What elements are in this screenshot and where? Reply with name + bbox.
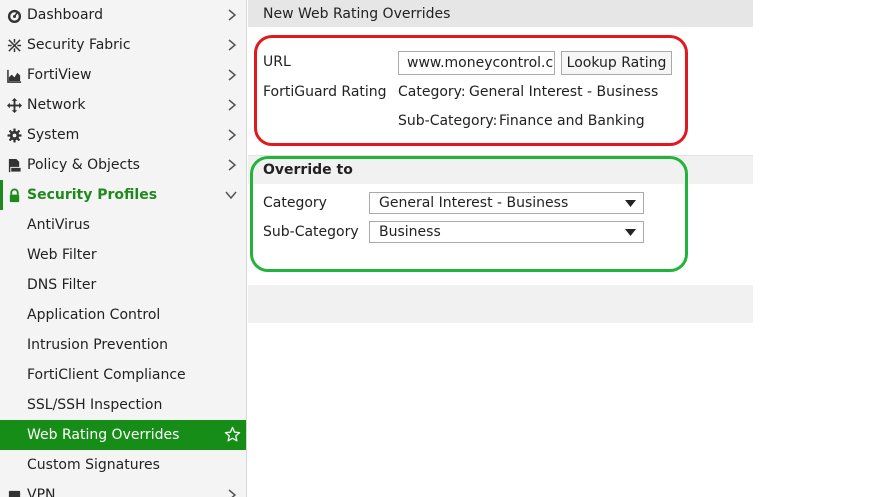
override-category-select[interactable]: General Interest - Business bbox=[369, 192, 644, 214]
sidebar-subitem-custom-signatures[interactable]: Custom Signatures bbox=[0, 450, 246, 480]
gear-icon bbox=[5, 126, 23, 144]
chevron-right-icon bbox=[228, 9, 237, 21]
star-favorite-icon[interactable] bbox=[224, 426, 241, 443]
security-fabric-icon bbox=[5, 36, 23, 54]
sidebar-subitem-label: DNS Filter bbox=[27, 277, 97, 293]
rating-category-value: General Interest - Business bbox=[469, 84, 659, 100]
chevron-right-icon bbox=[228, 129, 237, 141]
sidebar-subitem-label: Application Control bbox=[27, 307, 161, 323]
vpn-icon bbox=[5, 486, 23, 497]
url-label: URL bbox=[263, 54, 291, 70]
network-arrows-icon bbox=[5, 96, 23, 114]
page-title: New Web Rating Overrides bbox=[248, 0, 753, 27]
override-subcategory-label: Sub-Category bbox=[263, 224, 359, 240]
sidebar-subitem-application-control[interactable]: Application Control bbox=[0, 300, 246, 330]
sidebar-subitem-web-filter[interactable]: Web Filter bbox=[0, 240, 246, 270]
main-content: New Web Rating Overrides URL Lookup Rati… bbox=[248, 0, 753, 323]
sidebar-item-system[interactable]: System bbox=[0, 120, 246, 150]
sidebar-navigation: Dashboard Security Fabric FortiView Netw… bbox=[0, 0, 247, 497]
chevron-right-icon bbox=[228, 99, 237, 111]
sidebar-item-label: Network bbox=[27, 97, 86, 113]
sidebar-item-label: System bbox=[27, 127, 80, 143]
sidebar-item-network[interactable]: Network bbox=[0, 90, 246, 120]
sidebar-subitem-label: FortiClient Compliance bbox=[27, 367, 186, 383]
sidebar-item-label: VPN bbox=[27, 487, 56, 497]
override-category-label: Category bbox=[263, 195, 327, 211]
chevron-right-icon bbox=[228, 39, 237, 51]
url-input[interactable] bbox=[398, 51, 555, 75]
rating-subcategory-value: Finance and Banking bbox=[499, 113, 645, 129]
sidebar-subitem-ssl-ssh-inspection[interactable]: SSL/SSH Inspection bbox=[0, 390, 246, 420]
fortiview-chart-icon bbox=[5, 66, 23, 84]
sidebar-subitem-label: Web Rating Overrides bbox=[27, 427, 180, 443]
sidebar-subitem-label: Intrusion Prevention bbox=[27, 337, 169, 353]
fortiguard-rating-label: FortiGuard Rating bbox=[263, 84, 387, 100]
sidebar-subitem-dns-filter[interactable]: DNS Filter bbox=[0, 270, 246, 300]
override-subcategory-selected: Business bbox=[379, 224, 441, 240]
sidebar-item-label: FortiView bbox=[27, 67, 92, 83]
policy-document-icon bbox=[5, 156, 23, 174]
sidebar-item-label: Security Fabric bbox=[27, 37, 131, 53]
sidebar-item-policy-objects[interactable]: Policy & Objects bbox=[0, 150, 246, 180]
dropdown-caret-icon bbox=[625, 229, 636, 236]
chevron-right-icon bbox=[228, 489, 237, 497]
sidebar-item-label: Policy & Objects bbox=[27, 157, 140, 173]
override-subcategory-select[interactable]: Business bbox=[369, 221, 644, 243]
sidebar-item-dashboard[interactable]: Dashboard bbox=[0, 0, 246, 30]
sidebar-subitem-intrusion-prevention[interactable]: Intrusion Prevention bbox=[0, 330, 246, 360]
sidebar-item-label: Security Profiles bbox=[27, 187, 158, 203]
sidebar-item-vpn[interactable]: VPN bbox=[0, 480, 246, 497]
rating-subcategory-prefix: Sub-Category: bbox=[398, 113, 498, 129]
sidebar-subitem-label: Web Filter bbox=[27, 247, 97, 263]
sidebar-subitem-web-rating-overrides[interactable]: Web Rating Overrides bbox=[0, 420, 246, 450]
form-footer bbox=[248, 285, 753, 323]
sidebar-item-security-profiles[interactable]: Security Profiles bbox=[0, 180, 246, 210]
url-rating-section: URL Lookup Rating FortiGuard Rating Cate… bbox=[248, 27, 753, 155]
dashboard-gauge-icon bbox=[5, 6, 23, 24]
sidebar-subitem-label: Custom Signatures bbox=[27, 457, 160, 473]
lookup-rating-button[interactable]: Lookup Rating bbox=[561, 51, 672, 75]
rating-category-prefix: Category: bbox=[398, 84, 466, 100]
sidebar-subitem-label: SSL/SSH Inspection bbox=[27, 397, 163, 413]
sidebar-item-security-fabric[interactable]: Security Fabric bbox=[0, 30, 246, 60]
chevron-right-icon bbox=[228, 159, 237, 171]
sidebar-subitem-antivirus[interactable]: AntiVirus bbox=[0, 210, 246, 240]
override-section: Override to Category General Interest - … bbox=[248, 155, 753, 285]
sidebar-item-fortiview[interactable]: FortiView bbox=[0, 60, 246, 90]
lock-icon bbox=[5, 186, 23, 204]
override-heading: Override to bbox=[248, 156, 753, 184]
override-category-selected: General Interest - Business bbox=[379, 195, 569, 211]
dropdown-caret-icon bbox=[625, 200, 636, 207]
chevron-down-icon bbox=[225, 191, 237, 200]
chevron-right-icon bbox=[228, 69, 237, 81]
sidebar-subitem-forticlient-compliance[interactable]: FortiClient Compliance bbox=[0, 360, 246, 390]
sidebar-item-label: Dashboard bbox=[27, 7, 103, 23]
sidebar-subitem-label: AntiVirus bbox=[27, 217, 90, 233]
